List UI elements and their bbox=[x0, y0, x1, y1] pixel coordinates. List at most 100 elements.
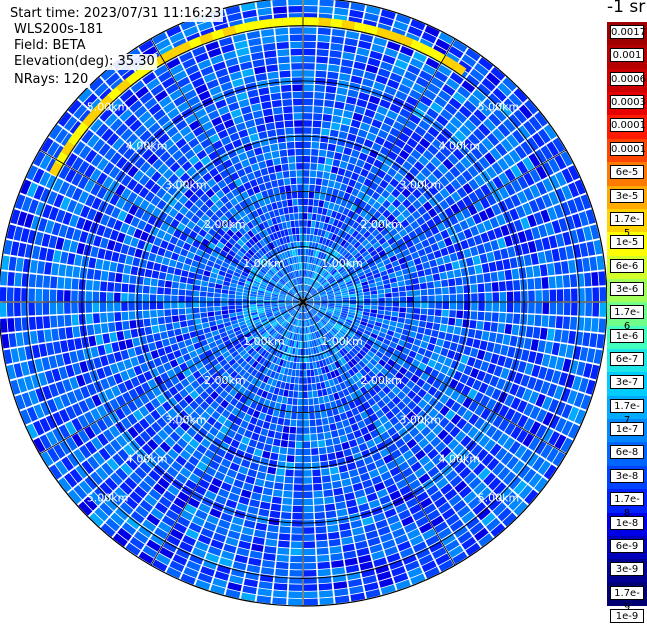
range-gate bbox=[292, 527, 303, 534]
range-gate bbox=[304, 99, 313, 106]
range-gate bbox=[316, 526, 327, 533]
range-gate bbox=[435, 288, 442, 295]
range-gate bbox=[289, 570, 302, 577]
range-gate bbox=[476, 274, 483, 283]
range-gate bbox=[87, 269, 95, 280]
range-gate bbox=[329, 137, 338, 145]
range-gate bbox=[469, 275, 476, 284]
range-gate bbox=[321, 468, 330, 475]
range-gate bbox=[317, 548, 329, 555]
range-gate bbox=[285, 121, 294, 128]
range-gate bbox=[303, 192, 308, 198]
range-gate bbox=[317, 433, 324, 440]
range-gate bbox=[316, 63, 327, 70]
range-gate bbox=[483, 322, 490, 331]
range-gate bbox=[87, 325, 95, 336]
range-gate bbox=[50, 303, 57, 315]
range-gate bbox=[290, 170, 296, 177]
range-gate bbox=[514, 291, 521, 301]
range-gate bbox=[290, 427, 296, 434]
range-gate bbox=[282, 164, 289, 171]
range-gate bbox=[304, 35, 316, 42]
range-gate bbox=[312, 469, 320, 476]
range-gate bbox=[304, 56, 315, 63]
range-gate bbox=[164, 302, 171, 308]
range-gate bbox=[557, 289, 564, 301]
range-gate bbox=[236, 299, 242, 302]
range-gate bbox=[435, 309, 442, 316]
range-gate bbox=[64, 315, 71, 326]
range-gate bbox=[299, 370, 302, 376]
range-gate bbox=[14, 288, 21, 301]
range-gate bbox=[274, 583, 288, 590]
range-gate bbox=[304, 63, 315, 70]
range-gate bbox=[428, 296, 434, 302]
range-gate bbox=[276, 468, 285, 475]
range-gate bbox=[193, 291, 200, 296]
range-gate bbox=[151, 279, 158, 287]
range-gate bbox=[318, 569, 331, 576]
range-gate bbox=[304, 0, 318, 6]
range-gate bbox=[145, 327, 153, 335]
range-gate bbox=[272, 151, 280, 158]
range-gate bbox=[549, 316, 556, 328]
range-gate bbox=[557, 303, 564, 315]
range-gate bbox=[308, 199, 313, 206]
range-gate bbox=[186, 284, 193, 290]
range-gate bbox=[456, 311, 463, 319]
range-gate bbox=[441, 317, 448, 324]
range-gate bbox=[285, 477, 294, 484]
range-gate bbox=[271, 93, 281, 101]
range-gate bbox=[143, 286, 150, 294]
range-gate bbox=[464, 294, 471, 302]
range-gate bbox=[499, 281, 506, 291]
range-gate bbox=[320, 454, 328, 461]
range-gate bbox=[282, 92, 292, 99]
range-gate bbox=[317, 164, 324, 171]
range-gate bbox=[277, 135, 285, 142]
range-gate bbox=[312, 142, 320, 149]
range-gate bbox=[281, 512, 291, 519]
range-gate bbox=[303, 156, 310, 163]
range-gate bbox=[323, 114, 332, 121]
range-gate bbox=[122, 312, 129, 321]
range-gate bbox=[186, 314, 193, 320]
range-gate bbox=[282, 99, 292, 106]
range-gate bbox=[314, 106, 323, 113]
range-gate bbox=[378, 294, 385, 298]
range-gate bbox=[304, 499, 313, 506]
range-gate bbox=[314, 498, 324, 505]
range-gate bbox=[303, 249, 305, 255]
range-gate bbox=[284, 419, 290, 426]
range-gate bbox=[313, 113, 322, 120]
range-gate bbox=[36, 289, 43, 301]
range-gate bbox=[281, 440, 288, 447]
range-gate bbox=[273, 489, 283, 496]
range-gate bbox=[315, 185, 321, 192]
range-gate bbox=[598, 271, 605, 285]
range-gate bbox=[310, 163, 317, 170]
range-gate bbox=[406, 285, 413, 291]
range-gate bbox=[303, 399, 308, 405]
range-gate bbox=[319, 597, 333, 604]
range-gate bbox=[304, 106, 313, 113]
range-gate bbox=[413, 314, 420, 320]
range-gate bbox=[221, 306, 228, 310]
range-gate bbox=[304, 42, 316, 49]
range-gate bbox=[292, 192, 297, 199]
range-gate bbox=[282, 505, 292, 512]
range-gate bbox=[100, 313, 107, 323]
range-gate bbox=[275, 432, 282, 439]
range-gate bbox=[108, 322, 115, 332]
range-gate bbox=[299, 384, 303, 390]
range-gate bbox=[282, 433, 289, 440]
range-gate bbox=[314, 505, 324, 512]
range-gate bbox=[290, 420, 296, 427]
range-gate bbox=[294, 384, 298, 391]
range-gate bbox=[114, 303, 121, 312]
range-gate bbox=[304, 513, 314, 520]
range-gate bbox=[136, 285, 143, 293]
range-gate bbox=[93, 281, 100, 291]
range-gate bbox=[157, 310, 164, 317]
range-gate bbox=[284, 484, 293, 491]
